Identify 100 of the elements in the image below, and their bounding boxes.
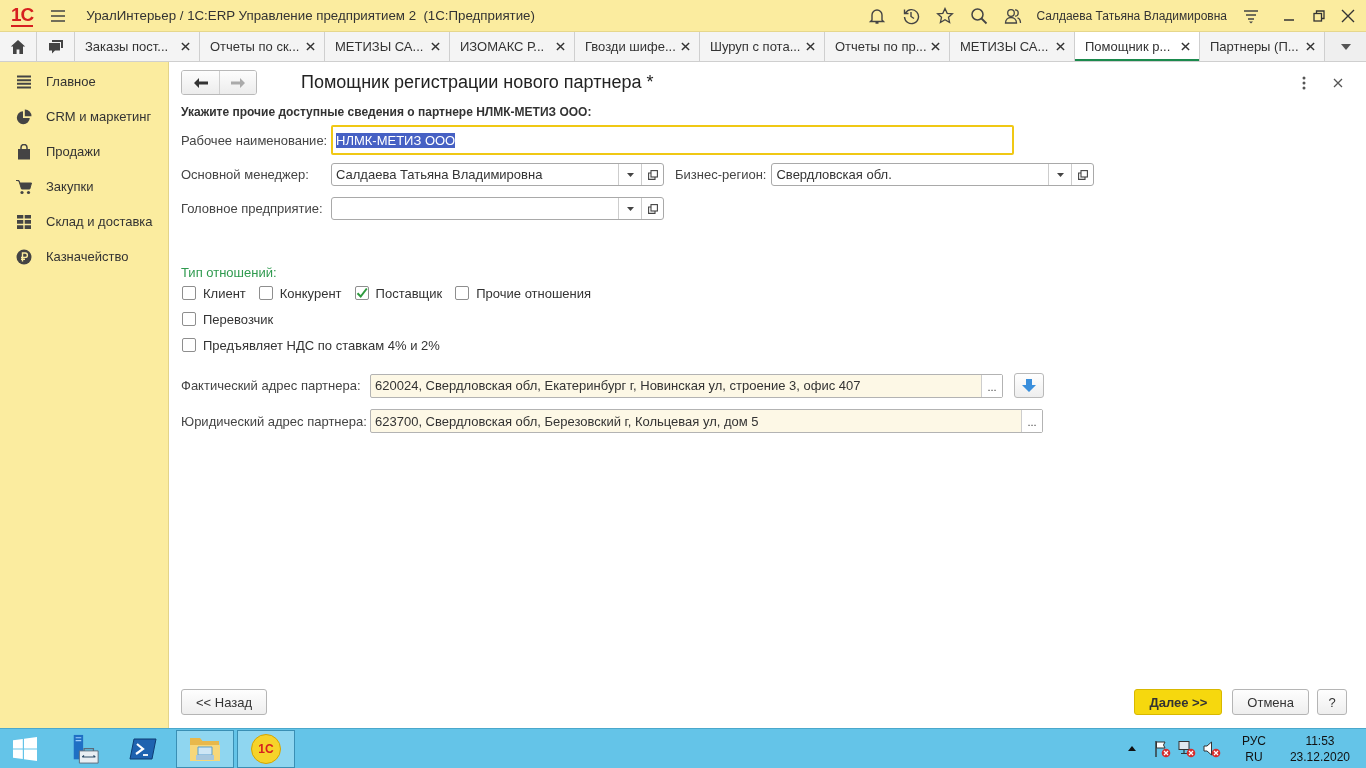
- next-button[interactable]: Далее >>: [1134, 689, 1223, 715]
- fill-button[interactable]: [1014, 373, 1044, 398]
- checkbox-label[interactable]: Конкурент: [279, 285, 342, 301]
- shopping-bag-icon: [16, 143, 32, 160]
- checkbox-label[interactable]: Поставщик: [375, 285, 443, 301]
- clock-date[interactable]: 23.12.2020: [1289, 748, 1350, 765]
- language-indicator[interactable]: РУС: [1241, 732, 1266, 749]
- input-field[interactable]: 623700, Свердловская обл, Березовский г, Кольцевая ул, дом 5 ...: [370, 409, 1043, 433]
- field-value: 623700, Свердловская обл, Березовский г, Кольцевая ул, дом 5: [374, 412, 760, 431]
- home-button[interactable]: [0, 32, 37, 61]
- lines-menu-icon[interactable]: [1243, 7, 1259, 24]
- messages-button[interactable]: [37, 32, 75, 61]
- sidebar-item[interactable]: CRM и маркетинг: [0, 99, 168, 134]
- caret-down-icon: [626, 172, 634, 177]
- sidebar-item[interactable]: Казначейство: [0, 239, 168, 274]
- tab[interactable]: Отчеты по пр...: [825, 32, 950, 61]
- help-button[interactable]: ?: [1317, 689, 1347, 715]
- cancel-button[interactable]: Отмена: [1232, 689, 1309, 715]
- close-icon[interactable]: [931, 42, 940, 51]
- history-icon[interactable]: [902, 6, 921, 25]
- close-icon[interactable]: [181, 42, 190, 51]
- flag-error-icon[interactable]: [1152, 739, 1171, 758]
- taskbar-button[interactable]: 1С: [237, 729, 295, 768]
- close-icon[interactable]: [806, 42, 815, 51]
- cart-icon: [16, 178, 32, 195]
- sidebar-item[interactable]: Склад и доставка: [0, 204, 168, 239]
- speech-bubbles-icon: [47, 38, 64, 55]
- field-value: Свердловская обл.: [776, 167, 892, 182]
- checkbox-label[interactable]: Клиент: [203, 285, 246, 301]
- open-window-icon: [647, 169, 658, 180]
- checkmark-icon: [355, 287, 368, 299]
- bell-icon[interactable]: [868, 6, 887, 25]
- open-window-icon: [647, 203, 658, 214]
- app-logo: 1С: [251, 733, 281, 764]
- field-label: Рабочее наименование:: [181, 132, 329, 148]
- checkbox[interactable]: [182, 286, 196, 300]
- menu-icon[interactable]: [50, 8, 67, 23]
- input-field[interactable]: НЛМК-МЕТИЗ ООО: [331, 125, 1014, 155]
- close-icon[interactable]: [431, 42, 440, 51]
- taskbar-button[interactable]: [176, 729, 234, 768]
- checkbox[interactable]: [182, 338, 196, 352]
- tab[interactable]: Гвозди шифе...: [575, 32, 700, 61]
- home-icon: [10, 38, 26, 55]
- combo-box[interactable]: Свердловская обл.: [771, 163, 1095, 186]
- close-icon[interactable]: [1341, 8, 1355, 23]
- close-icon[interactable]: [1181, 42, 1190, 51]
- open-window-icon: [1078, 169, 1088, 180]
- caret-up-icon[interactable]: [1127, 746, 1136, 751]
- more-icon[interactable]: [1302, 75, 1306, 90]
- tab[interactable]: Шуруп с пота...: [700, 32, 825, 61]
- caret-down-icon[interactable]: [1340, 41, 1351, 52]
- close-icon[interactable]: [556, 42, 565, 51]
- tab[interactable]: ИЗОМАКС Р...: [450, 32, 575, 61]
- network-error-icon[interactable]: [1177, 739, 1196, 758]
- checkbox-label[interactable]: Перевозчик: [203, 311, 274, 327]
- back-button[interactable]: << Назад: [181, 689, 268, 715]
- close-icon[interactable]: [306, 42, 315, 51]
- user-name[interactable]: Салдаева Татьяна Владимировна: [1036, 8, 1227, 23]
- select-button[interactable]: ...: [1021, 410, 1042, 432]
- checkbox[interactable]: [455, 286, 470, 300]
- back-button[interactable]: [182, 71, 219, 94]
- tab[interactable]: Заказы пост...: [75, 32, 200, 61]
- field-label: Основной менеджер:: [181, 167, 310, 182]
- tab[interactable]: Помощник р...: [1075, 32, 1200, 61]
- close-icon[interactable]: [1306, 42, 1315, 51]
- search-icon[interactable]: [970, 6, 989, 25]
- section-label: Тип отношений:: [181, 265, 278, 280]
- tab[interactable]: МЕТИЗЫ СА...: [950, 32, 1075, 61]
- form-title: Помощник регистрации нового партнера *: [301, 72, 654, 93]
- checkbox-label[interactable]: Предъявляет НДС по ставкам 4% и 2%: [203, 337, 440, 353]
- sidebar-item[interactable]: Закупки: [0, 169, 168, 204]
- close-icon[interactable]: [681, 42, 690, 51]
- locale-indicator[interactable]: RU: [1245, 748, 1263, 765]
- restore-icon[interactable]: [1313, 9, 1325, 22]
- list-icon: [16, 73, 32, 90]
- pie-chart-icon: [16, 108, 32, 125]
- field-value: 620024, Свердловская обл, Екатеринбург г, Новинская ул, строение 3, офис 407: [374, 377, 862, 395]
- close-icon[interactable]: [1056, 42, 1065, 51]
- tab[interactable]: МЕТИЗЫ СА...: [325, 32, 450, 61]
- close-icon[interactable]: [1333, 77, 1343, 88]
- checkbox[interactable]: [258, 286, 273, 300]
- select-button[interactable]: ...: [981, 374, 1002, 397]
- terminal-icon: [129, 736, 157, 761]
- field-label: Бизнес-регион:: [675, 167, 767, 182]
- sidebar-item[interactable]: Главное: [0, 64, 168, 99]
- checkbox[interactable]: [182, 312, 196, 326]
- caret-down-icon: [1057, 172, 1064, 177]
- speaker-muted-icon[interactable]: [1202, 739, 1221, 758]
- sidebar-item[interactable]: Продажи: [0, 134, 168, 169]
- field-label: Головное предприятие:: [181, 201, 324, 216]
- combo-box[interactable]: Салдаева Татьяна Владимировна: [331, 163, 664, 186]
- clock-time[interactable]: 11:53: [1305, 732, 1335, 749]
- checkbox-label[interactable]: Прочие отношения: [476, 285, 592, 301]
- down-arrow-icon: [1022, 378, 1036, 393]
- checkbox[interactable]: [354, 286, 369, 300]
- users-icon[interactable]: [1004, 6, 1023, 25]
- star-icon[interactable]: [936, 6, 955, 25]
- tab[interactable]: Отчеты по ск...: [200, 32, 325, 61]
- input-field[interactable]: 620024, Свердловская обл, Екатеринбург г, Новинская ул, строение 3, офис 407 ...: [370, 373, 1003, 398]
- tab[interactable]: Партнеры (П...: [1200, 32, 1325, 61]
